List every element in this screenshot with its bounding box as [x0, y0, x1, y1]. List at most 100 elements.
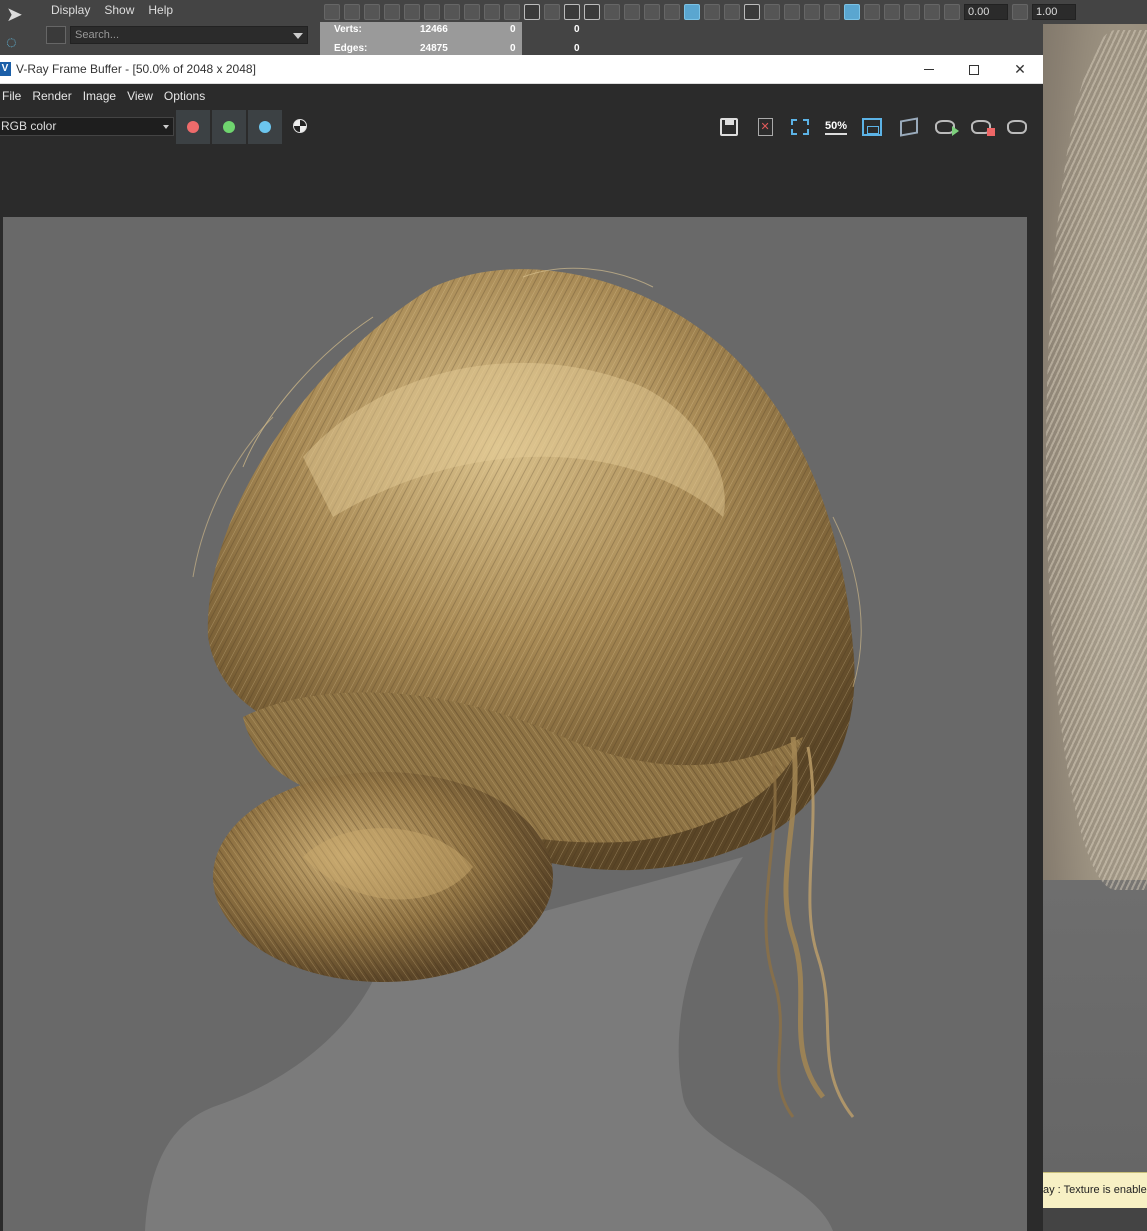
screen: ➤ ◌ Display Show Help Search... 0.00 1.0… — [0, 0, 1147, 1231]
image-plane-icon[interactable] — [464, 4, 480, 20]
window-title: V-Ray Frame Buffer - [50.0% of 2048 x 20… — [16, 62, 256, 76]
interactive-render-icon — [935, 120, 959, 136]
lights-icon[interactable] — [764, 4, 780, 20]
exposure-icon[interactable] — [944, 4, 960, 20]
menu-options[interactable]: Options — [164, 89, 212, 103]
zoom-icon: 50% — [824, 119, 848, 135]
vfb-menubar: File Render Image View Options — [0, 84, 1043, 108]
menu-view[interactable]: View — [127, 89, 160, 103]
render-settings-icon — [900, 117, 918, 137]
grease-pencil-icon[interactable] — [504, 4, 520, 20]
zoom-button[interactable]: 50% — [824, 116, 848, 138]
select-tool-icon[interactable]: ➤ — [6, 2, 32, 28]
clear-image-button[interactable] — [753, 116, 777, 138]
maximize-button[interactable] — [951, 55, 997, 84]
close-button[interactable]: ✕ — [997, 55, 1043, 84]
bookmark-icon[interactable] — [444, 4, 460, 20]
gate-mask-icon[interactable] — [584, 4, 600, 20]
grid-icon[interactable] — [524, 4, 540, 20]
render-last-button[interactable] — [1005, 116, 1029, 138]
camera-icon[interactable] — [384, 4, 400, 20]
toolbar-icon[interactable] — [364, 4, 380, 20]
textured-icon[interactable] — [744, 4, 760, 20]
menu-render[interactable]: Render — [32, 89, 78, 103]
field-chart-icon[interactable] — [604, 4, 620, 20]
stat-label: Verts: — [334, 24, 362, 35]
menu-help[interactable]: Help — [141, 0, 180, 22]
stat-value: 0 — [510, 24, 516, 35]
gamma-field[interactable]: 1.00 — [1032, 4, 1076, 20]
xray-components-icon[interactable] — [924, 4, 940, 20]
save-image-button[interactable] — [717, 116, 741, 138]
antialiasing-icon[interactable] — [844, 4, 860, 20]
minimize-button[interactable] — [906, 55, 952, 84]
film-gate-icon[interactable] — [544, 4, 560, 20]
region-render-icon — [791, 119, 809, 135]
isolate-select-icon[interactable] — [864, 4, 880, 20]
minimize-icon — [924, 69, 934, 70]
stop-render-icon — [971, 120, 995, 136]
maya-viewport-background — [1043, 880, 1147, 1180]
maya-status-toolbar: 0.00 1.00 — [320, 0, 1147, 24]
camera-attributes-icon[interactable] — [404, 4, 420, 20]
search-input[interactable]: Search... — [70, 26, 308, 44]
render-last-icon — [1007, 120, 1027, 134]
menu-show[interactable]: Show — [97, 0, 141, 22]
xray-joints-icon[interactable] — [904, 4, 920, 20]
chevron-down-icon — [163, 125, 169, 129]
hair-render-svg — [145, 267, 862, 1231]
channel-select[interactable]: RGB color — [0, 117, 174, 136]
blue-channel-button[interactable] — [248, 110, 282, 144]
interactive-render-button[interactable] — [933, 116, 959, 138]
maya-bottom-bar — [1043, 1208, 1147, 1231]
clear-image-icon — [757, 118, 773, 136]
menu-file[interactable]: File — [2, 89, 28, 103]
stat-label: Edges: — [334, 43, 368, 54]
close-icon: ✕ — [1014, 61, 1026, 77]
hair-loose-strand — [806, 746, 855, 1118]
wireframe-on-shaded-icon[interactable] — [704, 4, 720, 20]
camera-icon[interactable] — [424, 4, 440, 20]
stat-value: 12466 — [420, 24, 448, 35]
2d-pan-zoom-icon[interactable] — [484, 4, 500, 20]
safe-action-icon[interactable] — [624, 4, 640, 20]
render-image[interactable] — [3, 217, 1027, 1231]
track-mouse-icon — [862, 118, 882, 136]
wireframe-icon[interactable] — [664, 4, 680, 20]
save-icon — [720, 118, 738, 136]
stat-value: 0 — [574, 43, 580, 54]
monochrome-icon[interactable] — [293, 119, 307, 133]
xray-icon[interactable] — [884, 4, 900, 20]
title-bar[interactable]: V V-Ray Frame Buffer - [50.0% of 2048 x … — [0, 55, 1043, 84]
menu-display[interactable]: Display — [44, 0, 97, 22]
motion-blur-icon[interactable] — [824, 4, 840, 20]
green-channel-button[interactable] — [212, 110, 246, 144]
red-channel-button[interactable] — [176, 110, 210, 144]
chevron-down-icon[interactable] — [293, 33, 303, 39]
default-material-icon[interactable] — [724, 4, 740, 20]
maya-menubar: Display Show Help — [44, 0, 180, 22]
stat-value: 0 — [510, 43, 516, 54]
green-channel-icon — [223, 121, 235, 133]
smooth-shade-icon[interactable] — [684, 4, 700, 20]
toolbar-icon[interactable] — [344, 4, 360, 20]
region-render-button[interactable] — [788, 116, 812, 138]
zoom-suffix: % — [837, 119, 848, 132]
resolution-gate-icon[interactable] — [564, 4, 580, 20]
track-mouse-button[interactable] — [860, 116, 884, 138]
safe-title-icon[interactable] — [644, 4, 660, 20]
outliner-filter-icon[interactable] — [46, 26, 66, 44]
vfb-toolbar: RGB color 50% — [0, 108, 1043, 146]
vray-logo-icon: V — [0, 62, 11, 76]
exposure-field[interactable]: 0.00 — [964, 4, 1008, 20]
blue-channel-icon — [259, 121, 271, 133]
stop-render-button[interactable] — [969, 116, 995, 138]
gamma-icon[interactable] — [1012, 4, 1028, 20]
heads-up-display: Verts: 12466 0 0 Edges: 24875 0 0 — [320, 22, 580, 56]
ambient-occlusion-icon[interactable] — [804, 4, 820, 20]
lasso-tool-icon[interactable]: ◌ — [6, 32, 32, 54]
menu-image[interactable]: Image — [83, 89, 123, 103]
vray-icon[interactable] — [324, 4, 340, 20]
render-settings-button[interactable] — [897, 116, 921, 138]
shadows-icon[interactable] — [784, 4, 800, 20]
